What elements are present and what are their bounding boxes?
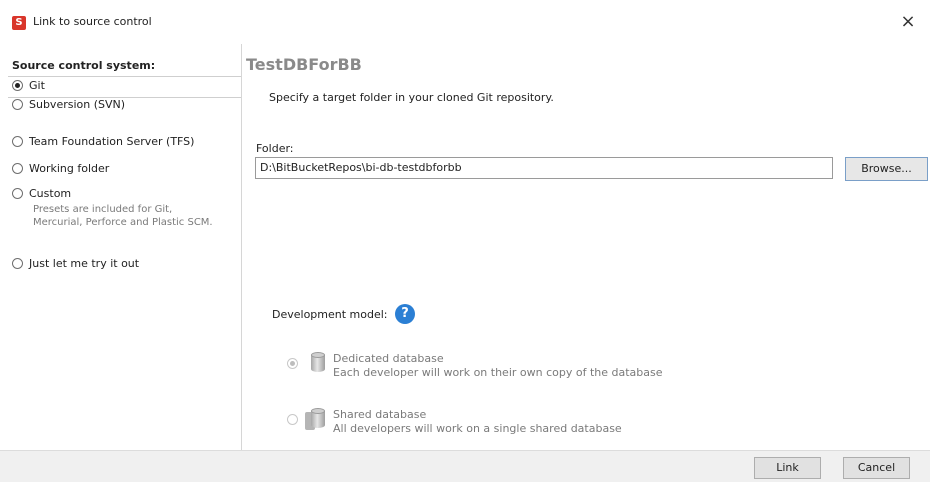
- option-tfs[interactable]: Team Foundation Server (TFS): [8, 133, 241, 153]
- page-title: TestDBForBB: [246, 55, 362, 74]
- model-title: Dedicated database: [333, 352, 444, 365]
- model-dedicated-database[interactable]: Dedicated database Each developer will w…: [287, 352, 787, 392]
- radio-button[interactable]: [287, 358, 298, 369]
- option-label: Working folder: [29, 162, 110, 175]
- radio-button[interactable]: [287, 414, 298, 425]
- option-git[interactable]: Git: [8, 76, 241, 98]
- option-hint: Presets are included for Git, Mercurial,…: [33, 204, 213, 228]
- model-description: Each developer will work on their own co…: [333, 366, 663, 379]
- database-icon: [311, 352, 325, 374]
- instruction-text: Specify a target folder in your cloned G…: [269, 91, 554, 104]
- browse-button[interactable]: Browse...: [845, 157, 928, 181]
- option-custom[interactable]: Custom Presets are included for Git, Mer…: [8, 185, 241, 253]
- radio-button[interactable]: [12, 80, 23, 91]
- option-label: Team Foundation Server (TFS): [29, 135, 195, 148]
- option-label: Custom: [29, 187, 72, 200]
- close-icon[interactable]: ×: [896, 10, 920, 34]
- dialog-footer: Link Cancel: [0, 450, 930, 482]
- model-shared-database[interactable]: Shared database All developers will work…: [287, 408, 787, 448]
- option-working-folder[interactable]: Working folder: [8, 160, 241, 180]
- radio-button[interactable]: [12, 99, 23, 110]
- model-title: Shared database: [333, 408, 427, 421]
- help-icon[interactable]: ?: [395, 304, 415, 324]
- shared-database-icon: [305, 408, 333, 430]
- app-logo-icon: S: [12, 16, 26, 30]
- option-label: Subversion (SVN): [29, 98, 126, 111]
- window-title: Link to source control: [33, 15, 152, 28]
- option-just-try[interactable]: Just let me try it out: [8, 255, 241, 275]
- source-control-sidebar: Source control system: Git Subversion (S…: [8, 44, 242, 450]
- link-button[interactable]: Link: [754, 457, 821, 479]
- radio-button[interactable]: [12, 163, 23, 174]
- cancel-button[interactable]: Cancel: [843, 457, 910, 479]
- main-panel: TestDBForBB Specify a target folder in y…: [241, 44, 930, 450]
- development-model-label: Development model:: [272, 308, 388, 321]
- option-subversion[interactable]: Subversion (SVN): [8, 96, 241, 116]
- option-label: Just let me try it out: [29, 257, 140, 270]
- radio-button[interactable]: [12, 258, 23, 269]
- radio-button[interactable]: [12, 188, 23, 199]
- sidebar-header: Source control system:: [12, 59, 156, 72]
- folder-label: Folder:: [256, 142, 294, 155]
- title-bar: S Link to source control ×: [0, 0, 930, 44]
- folder-input[interactable]: D:\BitBucketRepos\bi-db-testdbforbb: [255, 157, 833, 179]
- model-description: All developers will work on a single sha…: [333, 422, 622, 435]
- option-label: Git: [29, 79, 45, 92]
- radio-button[interactable]: [12, 136, 23, 147]
